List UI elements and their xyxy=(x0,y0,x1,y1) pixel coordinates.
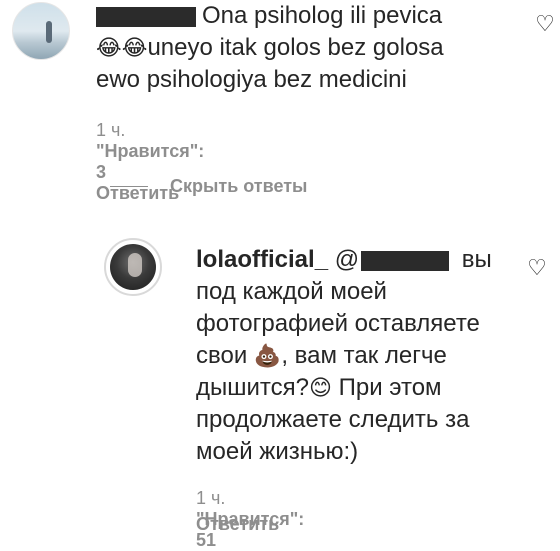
avatar[interactable] xyxy=(12,2,70,60)
mention[interactable]: @ xyxy=(335,246,359,273)
smile-emoji: 😊 xyxy=(308,375,332,400)
heart-icon[interactable]: ♡ xyxy=(532,12,558,36)
comment-text-line: вы xyxy=(461,246,492,273)
avatar[interactable] xyxy=(104,238,162,296)
comment-text-line: продолжаете следить за xyxy=(196,406,470,433)
comment-text: Ona psiholog ili pevica 😂😂uneyo itak gol… xyxy=(96,0,496,96)
comment-text-line: Ona psiholog ili pevica xyxy=(202,2,443,29)
username[interactable]: lolaofficial_ xyxy=(196,246,328,273)
redacted-username xyxy=(96,6,196,27)
divider xyxy=(110,186,148,187)
comment-text-line: фотографией оставляете xyxy=(196,310,480,337)
reply-button[interactable]: Ответить xyxy=(196,514,279,534)
comment-text: lolaofficial_ @ вы под каждой моей фотог… xyxy=(196,244,506,468)
laughing-emoji: 😂 xyxy=(121,35,148,60)
comment-text-line: моей жизнью:) xyxy=(196,438,359,465)
comment-text-line: При этом xyxy=(338,374,442,401)
hide-replies-label[interactable]: Скрыть ответы xyxy=(170,176,307,197)
comment-text-line: свои xyxy=(196,342,248,369)
poop-emoji: 💩 xyxy=(253,343,282,368)
timestamp: 1 ч. xyxy=(196,488,226,508)
laughing-emoji: 😂 xyxy=(96,35,122,60)
comment-text-line: дышится? xyxy=(196,374,309,401)
comment-text-line: под каждой моей xyxy=(196,278,387,305)
comment-text-line: uneyo itak golos bez golosa xyxy=(147,34,444,61)
timestamp: 1 ч. xyxy=(96,120,126,140)
comment-text-line: , вам так легче xyxy=(281,342,447,369)
redacted-mention xyxy=(361,250,450,271)
hide-replies-button[interactable]: Скрыть ответы xyxy=(110,176,307,197)
comment-meta: Ответить xyxy=(196,514,293,535)
comment-text-line: ewo psihologiya bez medicini xyxy=(96,66,407,93)
heart-icon[interactable]: ♡ xyxy=(524,256,550,280)
